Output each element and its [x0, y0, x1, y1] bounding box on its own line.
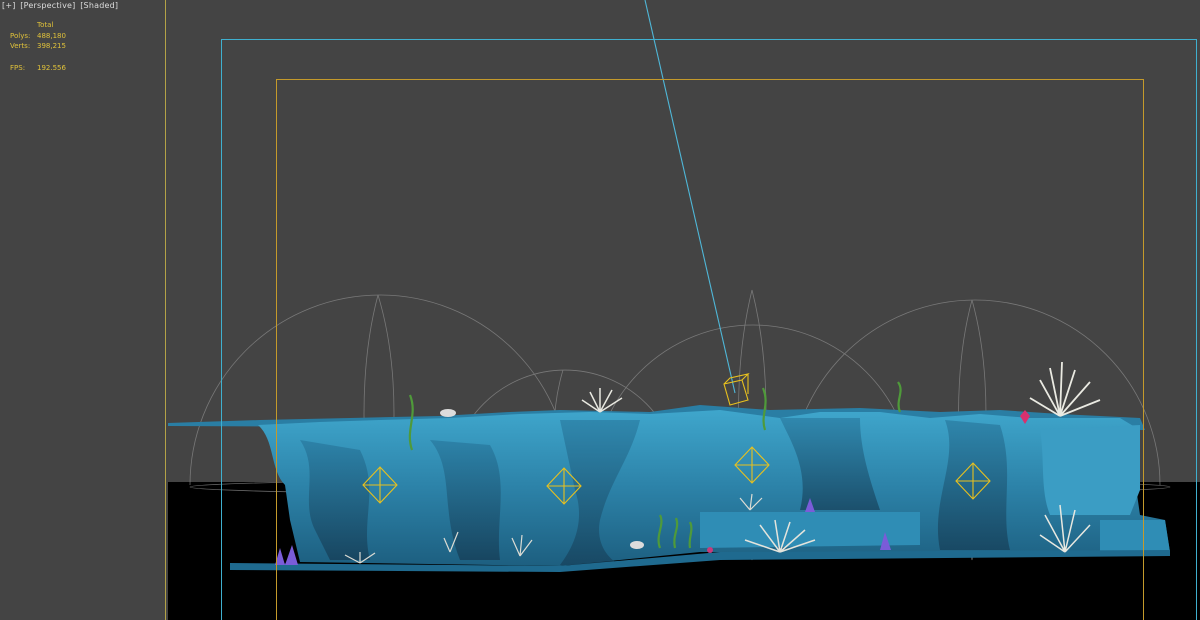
perspective-viewport[interactable]: [+] [Perspective] [Shaded] Total Polys: …	[0, 0, 1200, 620]
polys-value: 488,180	[37, 32, 66, 40]
viewport-statistics-panel: [+] [Perspective] [Shaded] Total Polys: …	[0, 0, 166, 620]
viewport-label-menu[interactable]: [+] [Perspective] [Shaded]	[2, 1, 120, 10]
safe-frame-inner	[276, 79, 1144, 620]
verts-label: Verts:	[10, 42, 31, 50]
viewport-view-menu[interactable]: [Perspective]	[20, 1, 75, 10]
fps-label: FPS:	[10, 64, 26, 72]
viewport-plus-menu[interactable]: [+]	[2, 1, 16, 10]
fps-value: 192.556	[37, 64, 66, 72]
viewport-shading-menu[interactable]: [Shaded]	[80, 1, 118, 10]
verts-value: 398,215	[37, 42, 66, 50]
polys-label: Polys:	[10, 32, 31, 40]
stats-header: Total	[37, 21, 54, 29]
